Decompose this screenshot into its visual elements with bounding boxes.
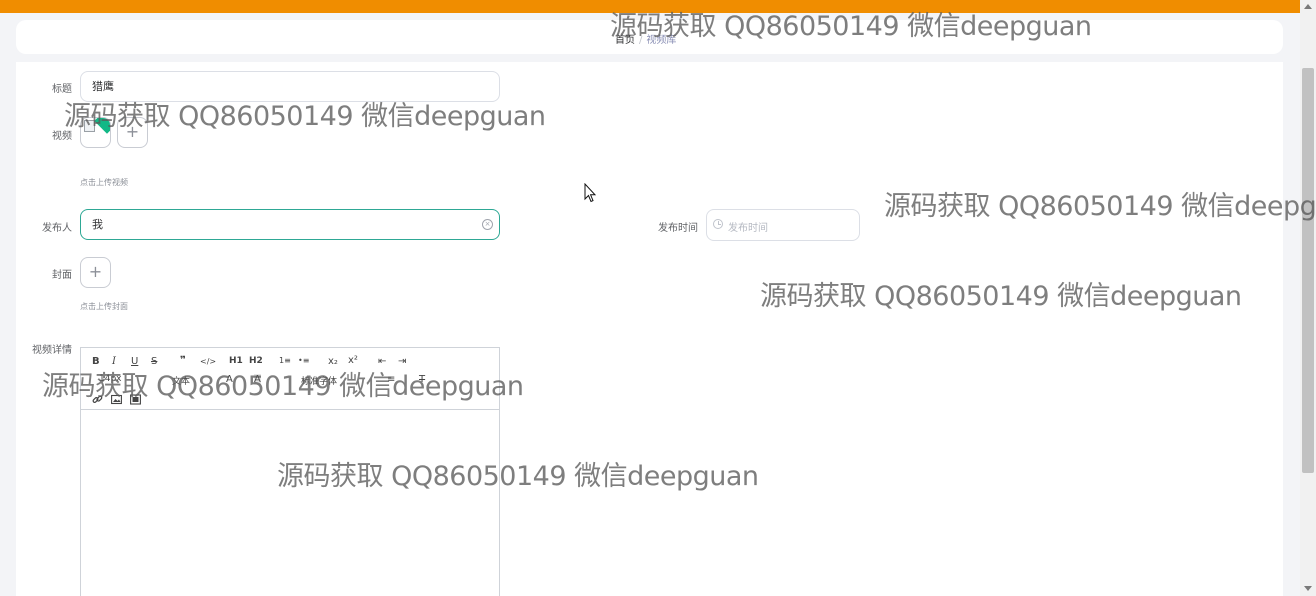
header-select[interactable]: 文本 [172,374,190,387]
italic-button[interactable]: I [112,356,116,367]
scroll-up-arrow-icon[interactable] [1304,4,1312,9]
editor-toolbar: B I U S ❞ </> H1 H2 1≡ •≡ x₂ x² ⇤ ⇥ 14px… [81,348,499,410]
subscript-button[interactable]: x₂ [328,356,338,367]
strike-button[interactable]: S [151,356,157,367]
video-upload-hint: 点击上传视频 [80,178,128,187]
mouse-cursor-icon [584,183,596,203]
publish-time-placeholder: 发布时间 [728,223,768,234]
video-upload-button[interactable]: + [117,117,148,148]
detail-label: 视频详情 [32,345,72,356]
cover-label: 封面 [52,270,72,281]
bullet-list-button[interactable]: •≡ [298,356,309,365]
top-accent-bar [0,0,1316,13]
cover-upload-hint: 点击上传封面 [80,302,128,311]
font-size-select[interactable]: 14px [99,374,122,384]
link-icon[interactable] [92,390,103,409]
h2-button[interactable]: H2 [249,356,263,366]
title-label: 标题 [52,84,72,95]
outdent-button[interactable]: ⇤ [378,356,386,367]
breadcrumb: 首页 / 视频库 [615,31,676,46]
underline-button[interactable]: U [131,356,138,367]
breadcrumb-separator: / [639,35,643,46]
scroll-down-arrow-icon[interactable] [1304,586,1312,591]
bold-button[interactable]: B [92,356,100,367]
font-color-button[interactable]: A [226,374,233,385]
publish-time-picker[interactable]: 发布时间 [706,209,860,241]
page-scrollbar[interactable] [1300,0,1316,596]
cover-upload-button[interactable]: + [80,257,111,288]
uploaded-badge-icon [94,118,110,134]
breadcrumb-current: 视频库 [646,35,677,46]
video-label: 视频 [52,131,72,142]
align-button[interactable]: ≡ [387,374,395,385]
rich-text-editor[interactable]: B I U S ❞ </> H1 H2 1≡ •≡ x₂ x² ⇤ ⇥ 14px… [80,347,500,596]
superscript-button[interactable]: x² [348,355,358,366]
publisher-value: 我 [92,218,103,231]
clean-format-button[interactable]: T [419,374,425,385]
ordered-list-button[interactable]: 1≡ [279,356,291,365]
image-icon[interactable] [111,390,122,409]
publisher-input[interactable]: 我 × [80,209,500,240]
publish-time-label: 发布时间 [658,223,698,234]
clock-icon [713,219,723,229]
video-thumbnail[interactable] [80,117,111,148]
scrollbar-thumb[interactable] [1302,68,1314,473]
publisher-label: 发布人 [42,223,72,234]
breadcrumb-home[interactable]: 首页 [615,35,635,46]
broken-image-icon [84,120,95,132]
code-button[interactable]: </> [200,357,216,366]
font-family-select[interactable]: 标准字体 [301,374,337,387]
blockquote-button[interactable]: ❞ [180,355,186,366]
indent-button[interactable]: ⇥ [398,356,406,367]
title-input[interactable]: 猎鹰 [80,71,500,102]
background-color-button[interactable]: A [254,374,261,385]
clear-icon[interactable]: × [482,219,493,230]
video-icon[interactable] [130,390,141,409]
h1-button[interactable]: H1 [229,356,243,366]
